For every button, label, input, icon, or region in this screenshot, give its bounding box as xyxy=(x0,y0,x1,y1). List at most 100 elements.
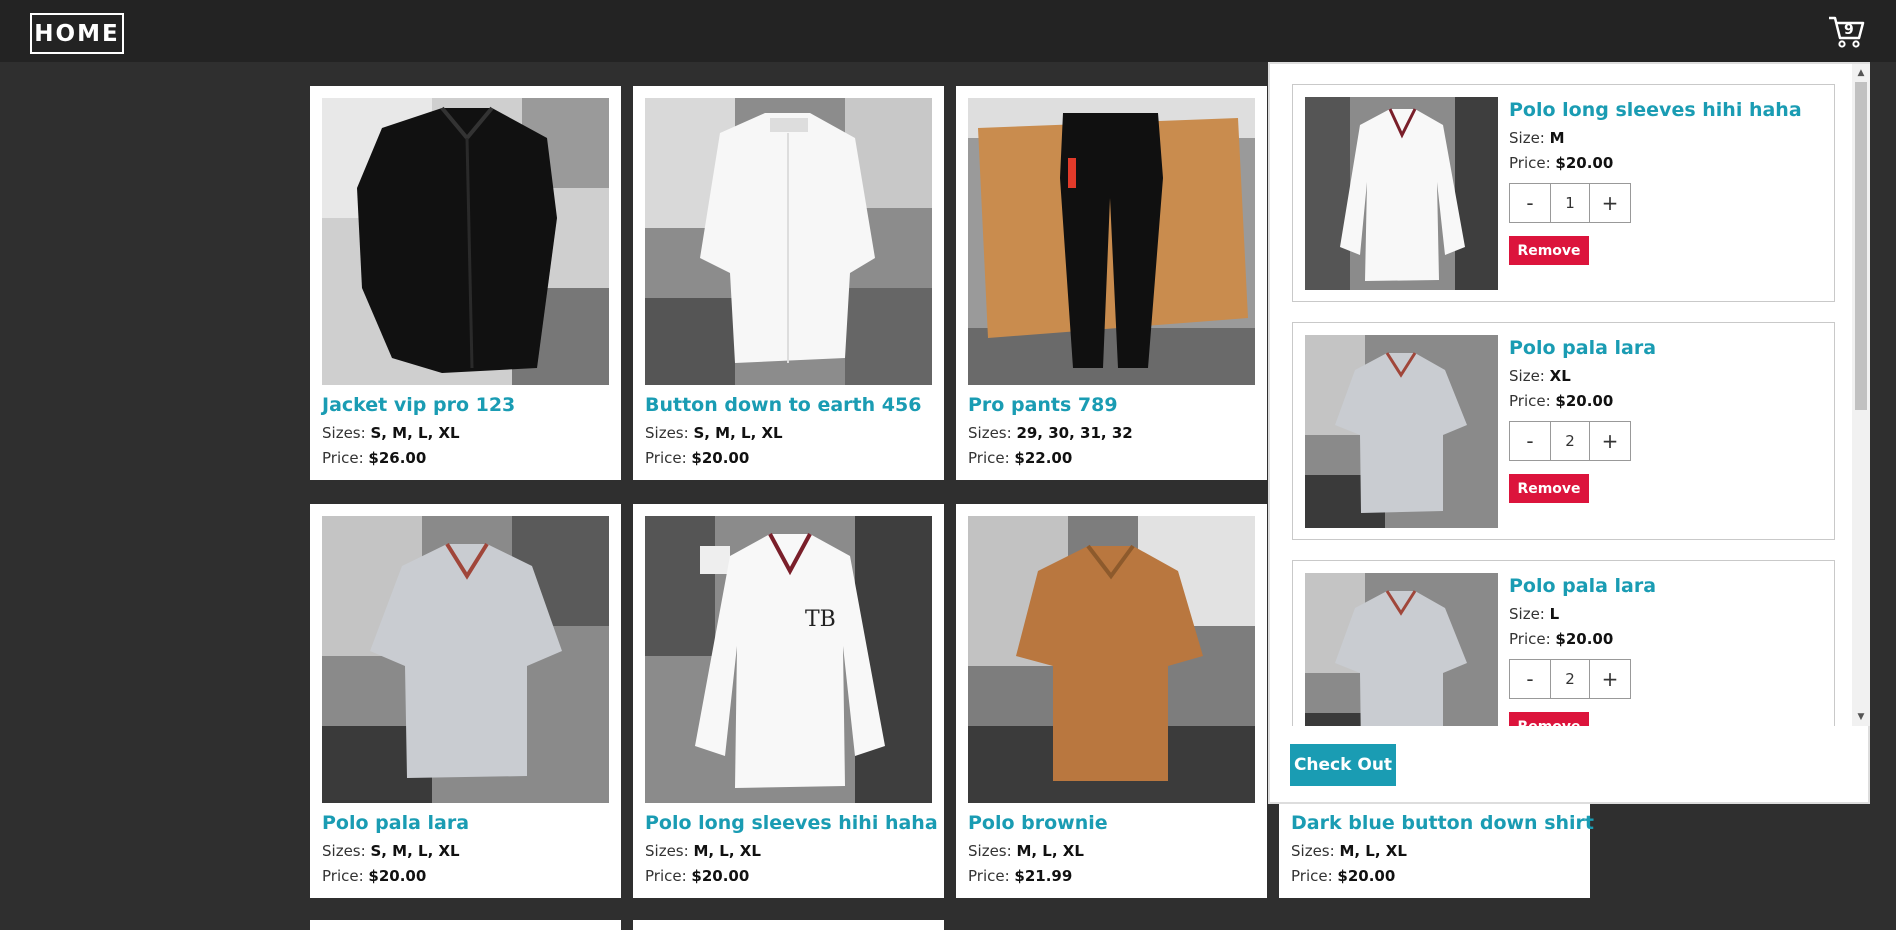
product-name[interactable]: Jacket vip pro 123 xyxy=(322,394,515,416)
price-label: Price: xyxy=(322,449,369,467)
cart-item-name[interactable]: Polo long sleeves hihi haha xyxy=(1509,99,1802,121)
cart-item-size: Size: XL xyxy=(1509,367,1571,385)
price-value: $21.99 xyxy=(1014,867,1073,885)
price-label: Price: xyxy=(968,449,1015,467)
svg-text:TB: TB xyxy=(805,607,836,632)
cart-item-image xyxy=(1305,335,1498,528)
decrement-button[interactable]: - xyxy=(1510,422,1550,460)
product-price: Price: $22.00 xyxy=(968,449,1072,467)
cart-item-size: Size: M xyxy=(1509,129,1565,147)
product-name[interactable]: Button down to earth 456 xyxy=(645,394,921,416)
sizes-value: M, L, XL xyxy=(1339,842,1407,860)
sizes-value: S, M, L, XL xyxy=(370,424,460,442)
product-card[interactable]: Polo pala lara Sizes: S, M, L, XL Price:… xyxy=(310,504,621,898)
remove-button[interactable]: Remove xyxy=(1509,236,1589,265)
cart-item: Polo pala lara Size: XL Price: $20.00 - … xyxy=(1292,322,1835,540)
product-card-partial[interactable] xyxy=(633,920,944,930)
price-value: $20.00 xyxy=(1555,392,1614,410)
product-name[interactable]: Dark blue button down shirt xyxy=(1291,812,1594,834)
price-label: Price: xyxy=(968,867,1015,885)
price-label: Price: xyxy=(1509,630,1556,648)
price-label: Price: xyxy=(1509,154,1556,172)
cart-items-list[interactable]: Polo long sleeves hihi haha Size: M Pric… xyxy=(1270,64,1870,726)
sizes-value: M, L, XL xyxy=(693,842,761,860)
size-value: XL xyxy=(1549,367,1571,385)
product-sizes: Sizes: 29, 30, 31, 32 xyxy=(968,424,1133,442)
sizes-label: Sizes: xyxy=(968,424,1017,442)
price-value: $20.00 xyxy=(1555,154,1614,172)
quantity-stepper: - 1 + xyxy=(1509,183,1631,223)
price-value: $20.00 xyxy=(691,449,750,467)
checkout-button[interactable]: Check Out xyxy=(1290,744,1396,786)
product-image[interactable] xyxy=(645,98,932,385)
product-sizes: Sizes: S, M, L, XL xyxy=(322,424,460,442)
increment-button[interactable]: + xyxy=(1590,422,1630,460)
product-card[interactable]: Button down to earth 456 Sizes: S, M, L,… xyxy=(633,86,944,480)
increment-button[interactable]: + xyxy=(1590,660,1630,698)
remove-button[interactable]: Remove xyxy=(1509,474,1589,503)
size-value: L xyxy=(1549,605,1560,623)
price-value: $20.00 xyxy=(1337,867,1396,885)
scroll-down-arrow-icon[interactable]: ▼ xyxy=(1855,710,1867,724)
sizes-value: 29, 30, 31, 32 xyxy=(1016,424,1133,442)
quantity-stepper: - 2 + xyxy=(1509,659,1631,699)
product-sizes: Sizes: M, L, XL xyxy=(968,842,1084,860)
cart-item-image xyxy=(1305,573,1498,726)
home-button[interactable]: HOME xyxy=(30,13,124,54)
product-card[interactable]: Pro pants 789 Sizes: 29, 30, 31, 32 Pric… xyxy=(956,86,1267,480)
cart-count-badge: 9 xyxy=(1844,22,1854,38)
product-card[interactable]: Jacket vip pro 123 Sizes: S, M, L, XL Pr… xyxy=(310,86,621,480)
product-price: Price: $20.00 xyxy=(322,867,426,885)
scrollbar-thumb[interactable] xyxy=(1855,82,1867,410)
cart-item-name[interactable]: Polo pala lara xyxy=(1509,575,1656,597)
quantity-value: 2 xyxy=(1550,660,1590,698)
product-price: Price: $20.00 xyxy=(1291,867,1395,885)
product-sizes: Sizes: M, L, XL xyxy=(1291,842,1407,860)
top-navbar: HOME 9 xyxy=(0,0,1896,62)
cart-item: Polo long sleeves hihi haha Size: M Pric… xyxy=(1292,84,1835,302)
quantity-value: 1 xyxy=(1550,184,1590,222)
product-name[interactable]: Polo long sleeves hihi haha xyxy=(645,812,938,834)
cart-item-name[interactable]: Polo pala lara xyxy=(1509,337,1656,359)
product-card[interactable]: Polo brownie Sizes: M, L, XL Price: $21.… xyxy=(956,504,1267,898)
sizes-label: Sizes: xyxy=(645,424,694,442)
cart-item-price: Price: $20.00 xyxy=(1509,154,1613,172)
price-label: Price: xyxy=(645,867,692,885)
price-label: Price: xyxy=(645,449,692,467)
scroll-up-arrow-icon[interactable]: ▲ xyxy=(1855,66,1867,80)
price-value: $20.00 xyxy=(691,867,750,885)
size-label: Size: xyxy=(1509,605,1550,623)
cart-item-size: Size: L xyxy=(1509,605,1559,623)
product-image[interactable]: TB xyxy=(645,516,932,803)
sizes-label: Sizes: xyxy=(968,842,1017,860)
price-value: $20.00 xyxy=(1555,630,1614,648)
cart-scrollbar[interactable]: ▲ ▼ xyxy=(1852,64,1870,726)
quantity-stepper: - 2 + xyxy=(1509,421,1631,461)
price-label: Price: xyxy=(1291,867,1338,885)
decrement-button[interactable]: - xyxy=(1510,660,1550,698)
quantity-value: 2 xyxy=(1550,422,1590,460)
sizes-value: S, M, L, XL xyxy=(370,842,460,860)
sizes-label: Sizes: xyxy=(322,842,371,860)
cart-item: Polo pala lara Size: L Price: $20.00 - 2… xyxy=(1292,560,1835,726)
product-price: Price: $20.00 xyxy=(645,867,749,885)
product-card-partial[interactable] xyxy=(310,920,621,930)
product-name[interactable]: Pro pants 789 xyxy=(968,394,1118,416)
product-image[interactable] xyxy=(968,98,1255,385)
remove-button[interactable]: Remove xyxy=(1509,712,1589,726)
sizes-value: M, L, XL xyxy=(1016,842,1084,860)
decrement-button[interactable]: - xyxy=(1510,184,1550,222)
product-price: Price: $26.00 xyxy=(322,449,426,467)
cart-item-price: Price: $20.00 xyxy=(1509,392,1613,410)
price-value: $26.00 xyxy=(368,449,427,467)
product-name[interactable]: Polo pala lara xyxy=(322,812,469,834)
product-image[interactable] xyxy=(968,516,1255,803)
increment-button[interactable]: + xyxy=(1590,184,1630,222)
price-label: Price: xyxy=(1509,392,1556,410)
product-image[interactable] xyxy=(322,98,609,385)
cart-button[interactable]: 9 xyxy=(1827,14,1867,50)
product-name[interactable]: Polo brownie xyxy=(968,812,1108,834)
product-card[interactable]: TB Polo long sleeves hihi haha Sizes: M,… xyxy=(633,504,944,898)
product-image[interactable] xyxy=(322,516,609,803)
product-price: Price: $20.00 xyxy=(645,449,749,467)
